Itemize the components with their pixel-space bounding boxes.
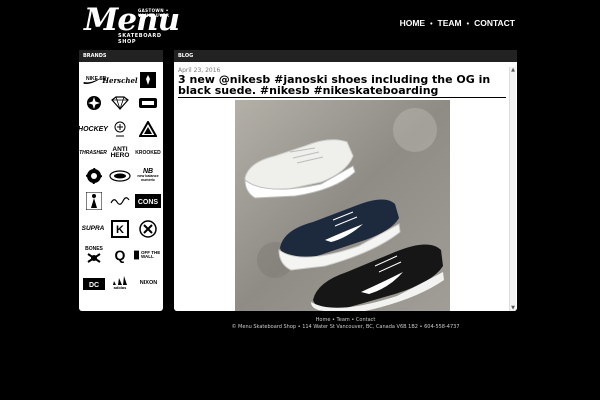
brand-logo-spitfire[interactable] bbox=[82, 167, 106, 185]
brands-panel: NIKE SB Herschel HOCKEY THRASHER ANTI HE… bbox=[78, 62, 163, 311]
brand-label: NIXON bbox=[139, 280, 158, 287]
brand-logo-vans[interactable]: OFF THE WALL bbox=[134, 246, 162, 264]
janoski-shoes-image bbox=[235, 100, 450, 311]
brand-logo-script[interactable] bbox=[108, 192, 132, 210]
brand-logo-crest[interactable] bbox=[136, 220, 160, 238]
nav-separator: • bbox=[430, 21, 433, 28]
brand-label: Q bbox=[114, 247, 126, 263]
brand-logo-q[interactable]: Q bbox=[108, 246, 132, 264]
site-logo[interactable]: Menu GASTOWN • VANCOUVER SKATEBOARD SHOP bbox=[84, 4, 180, 46]
brand-logo-bones[interactable]: BONES bbox=[82, 246, 106, 264]
brand-label: THRASHER bbox=[79, 149, 107, 156]
footer: Home • Team • Contact © Menu Skateboard … bbox=[174, 317, 517, 331]
brand-logo-oval[interactable] bbox=[108, 167, 132, 185]
scroll-down-icon[interactable]: ▼ bbox=[510, 305, 516, 311]
nav-contact[interactable]: CONTACT bbox=[474, 18, 515, 28]
scroll-up-icon[interactable]: ▲ bbox=[510, 67, 516, 73]
brand-logo-dc[interactable]: DC bbox=[82, 275, 106, 293]
brand-logo-girl[interactable] bbox=[82, 192, 106, 210]
blog-scrollbar[interactable]: ▲ ▼ bbox=[509, 67, 516, 311]
brands-header: BRANDS bbox=[79, 50, 163, 62]
brand-label: Herschel bbox=[102, 75, 138, 85]
brand-label: new balance numeric bbox=[137, 173, 159, 182]
footer-link-team[interactable]: Team bbox=[337, 317, 350, 323]
brand-label: HOCKEY bbox=[78, 125, 108, 133]
brand-logo-herschel[interactable]: Herschel bbox=[102, 71, 137, 89]
nav-team[interactable]: TEAM bbox=[438, 18, 462, 28]
svg-text:K: K bbox=[116, 224, 124, 236]
brand-logo-anti-hero[interactable]: ANTI HERO bbox=[108, 144, 132, 162]
brand-logo-new-balance[interactable]: NB new balance numeric bbox=[134, 166, 162, 184]
blog-header: BLOG bbox=[174, 50, 517, 62]
brand-logo-thrasher[interactable]: THRASHER bbox=[79, 144, 107, 162]
footer-nav: Home • Team • Contact bbox=[174, 317, 517, 324]
blog-panel: April 23, 2016 3 new @nikesb #janoski sh… bbox=[174, 62, 517, 311]
brand-label: ANTI HERO bbox=[110, 145, 130, 159]
nav-home[interactable]: HOME bbox=[400, 18, 426, 28]
post-title[interactable]: 3 new @nikesb #janoski shoes including t… bbox=[178, 74, 506, 98]
nav-separator: • bbox=[466, 21, 470, 28]
brand-logo-supra[interactable]: SUPRA bbox=[80, 220, 106, 238]
post-photo[interactable] bbox=[235, 100, 450, 311]
brand-logo-adidas[interactable]: adidas bbox=[108, 273, 132, 291]
brand-logo-hockey[interactable]: HOCKEY bbox=[78, 120, 108, 138]
brand-logo-badge[interactable] bbox=[136, 94, 160, 112]
brand-logo-k[interactable]: K bbox=[108, 220, 132, 238]
brand-label: adidas bbox=[113, 284, 127, 290]
brand-logo-polar[interactable] bbox=[108, 120, 132, 138]
brand-label: KROOKED bbox=[135, 149, 161, 156]
svg-text:CONS: CONS bbox=[138, 199, 159, 206]
footer-separator: • bbox=[332, 317, 335, 323]
brand-logo-nixon[interactable]: NIXON bbox=[135, 275, 162, 293]
logo-location: GASTOWN • VANCOUVER bbox=[138, 8, 170, 18]
brand-logo-tile[interactable] bbox=[136, 71, 160, 89]
main-nav: HOME • TEAM • CONTACT bbox=[400, 18, 515, 28]
footer-address: © Menu Skateboard Shop • 114 Water St Va… bbox=[231, 324, 460, 330]
brand-label: SUPRA bbox=[81, 224, 105, 232]
footer-separator: • bbox=[351, 317, 355, 323]
svg-text:DC: DC bbox=[89, 282, 99, 289]
logo-subtitle: SKATEBOARD SHOP bbox=[118, 33, 162, 45]
brand-logo-palace[interactable] bbox=[136, 120, 160, 138]
brand-logo-independent[interactable] bbox=[82, 94, 106, 112]
brand-logo-krooked[interactable]: KROOKED bbox=[134, 144, 162, 162]
brand-logo-diamond[interactable] bbox=[108, 94, 132, 112]
footer-link-contact[interactable]: Contact bbox=[356, 317, 375, 323]
brand-label: OFF THE WALL bbox=[141, 249, 161, 259]
footer-link-home[interactable]: Home bbox=[316, 317, 331, 323]
brand-logo-cons[interactable]: CONS bbox=[134, 192, 162, 210]
